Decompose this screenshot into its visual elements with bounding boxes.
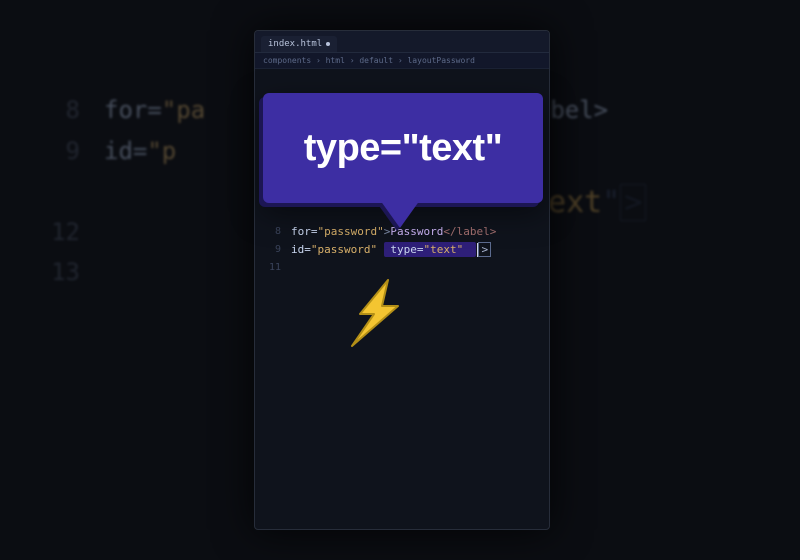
line-number: 9 (263, 241, 281, 259)
attr-id: id= (291, 243, 311, 256)
tab-modified-dot-icon (326, 42, 330, 46)
callout-tooltip: type="text" (263, 93, 543, 203)
bg-attr-for-value: "pa (162, 96, 205, 124)
bg-attr-id-value: "p (147, 137, 176, 165)
closing-bracket: > (478, 242, 491, 257)
callout-text: type="text" (304, 127, 502, 170)
attr-for-value: "password" (318, 225, 384, 238)
attr-id-value: "password" (311, 243, 377, 256)
bg-attr-for: for= (104, 96, 162, 124)
highlighted-attribute[interactable]: type="text" (384, 242, 477, 257)
code-line: 9 id="password" type="text" > (255, 241, 549, 259)
editor-tab[interactable]: index.html (261, 36, 337, 52)
bg-line-number: 9 (40, 131, 80, 172)
close-tag: </label> (443, 225, 496, 238)
bg-right-quote: " (602, 185, 620, 220)
bg-line-number: 8 (40, 90, 80, 131)
code-line: 11 (255, 259, 549, 277)
attr-type-value: "text" (423, 243, 463, 256)
editor-breadcrumbs[interactable]: components › html › default › layoutPass… (255, 53, 549, 69)
bg-attr-id: id= (104, 137, 147, 165)
callout-tail-icon (380, 200, 420, 228)
bg-line-number: 13 (40, 252, 80, 293)
bg-right-bracket: > (620, 184, 646, 221)
tab-filename: index.html (268, 39, 322, 49)
attr-type: type= (390, 243, 423, 256)
breadcrumb-path: components › html › default › layoutPass… (263, 56, 475, 65)
editor-tabbar: index.html (255, 31, 549, 53)
line-number: 8 (263, 223, 281, 241)
line-number: 11 (263, 259, 281, 277)
bg-line-number: 12 (40, 212, 80, 253)
attr-for: for= (291, 225, 318, 238)
